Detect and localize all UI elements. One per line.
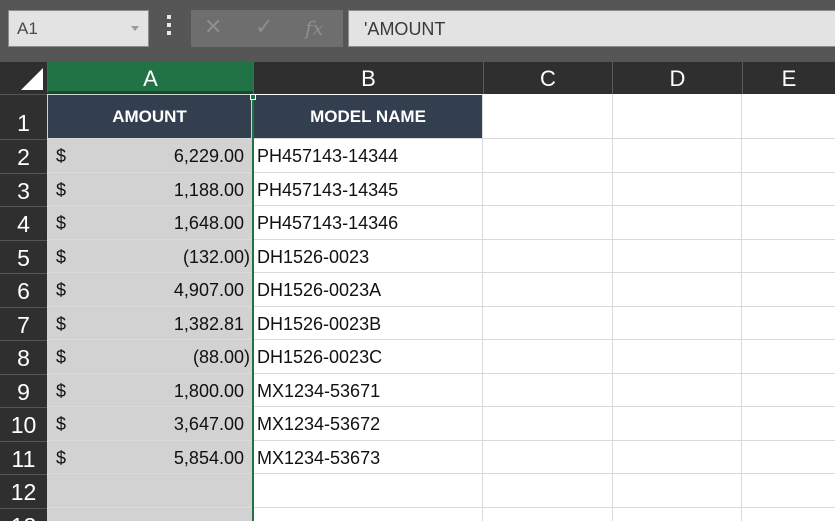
formula-input[interactable]: 'AMOUNT xyxy=(348,10,835,47)
currency-symbol: $ xyxy=(56,381,67,401)
gridline xyxy=(482,94,483,521)
formula-content: 'AMOUNT xyxy=(364,19,446,39)
currency-symbol: $ xyxy=(56,347,67,367)
amount-cell[interactable]: 6,229.00 xyxy=(87,146,244,167)
selection-border xyxy=(252,94,254,521)
column-header-d[interactable]: D xyxy=(612,62,742,94)
gridline xyxy=(47,507,835,508)
column-header-e[interactable]: E xyxy=(742,62,835,94)
header-cell-model-name[interactable]: MODEL NAME xyxy=(254,95,482,138)
fill-handle[interactable] xyxy=(250,94,256,100)
name-box[interactable]: A1 xyxy=(8,10,149,47)
amount-cell[interactable]: 1,188.00 xyxy=(87,180,244,201)
model-cell[interactable]: PH457143-14344 xyxy=(257,146,398,167)
gridline xyxy=(47,172,835,173)
amount-cell[interactable]: 1,648.00 xyxy=(87,213,244,234)
column-header-c[interactable]: C xyxy=(483,62,612,94)
gridline xyxy=(47,205,835,206)
select-all-button[interactable] xyxy=(0,62,47,94)
row-header-10[interactable]: 10 xyxy=(0,407,47,441)
gridline xyxy=(741,94,742,521)
column-header-b[interactable]: B xyxy=(253,62,483,94)
amount-cell[interactable]: 3,647.00 xyxy=(87,414,244,435)
amount-cell[interactable]: 4,907.00 xyxy=(87,280,244,301)
model-cell[interactable]: PH457143-14345 xyxy=(257,180,398,201)
row-header-13[interactable]: 13 xyxy=(0,508,47,521)
name-box-value: A1 xyxy=(17,19,38,38)
gridline xyxy=(47,373,835,374)
amount-cell[interactable]: (88.00) xyxy=(87,347,250,368)
header-cell-amount[interactable]: AMOUNT xyxy=(48,95,251,138)
currency-symbol: $ xyxy=(56,414,67,434)
cell-grid[interactable]: AMOUNT MODEL NAME $ 6,229.00 PH457143-14… xyxy=(47,94,835,521)
model-cell[interactable]: MX1234-53673 xyxy=(257,448,380,469)
model-cell[interactable]: DH1526-0023A xyxy=(257,280,381,301)
row-header-4[interactable]: 4 xyxy=(0,206,47,240)
row-header-2[interactable]: 2 xyxy=(0,139,47,173)
gridline xyxy=(612,94,613,521)
model-cell[interactable]: DH1526-0023C xyxy=(257,347,382,368)
currency-symbol: $ xyxy=(56,247,67,267)
row-header-3[interactable]: 3 xyxy=(0,173,47,206)
currency-symbol: $ xyxy=(56,180,67,200)
insert-function-icon[interactable]: fx xyxy=(305,16,324,40)
currency-symbol: $ xyxy=(56,146,67,166)
model-cell[interactable]: DH1526-0023B xyxy=(257,314,381,335)
currency-symbol: $ xyxy=(56,448,67,468)
row-header-9[interactable]: 9 xyxy=(0,374,47,407)
amount-cell[interactable]: 1,382.81 xyxy=(87,314,244,335)
gridline xyxy=(47,306,835,307)
row-header-6[interactable]: 6 xyxy=(0,273,47,307)
model-cell[interactable]: PH457143-14346 xyxy=(257,213,398,234)
gridline xyxy=(47,440,835,441)
model-cell[interactable]: MX1234-53671 xyxy=(257,381,380,402)
gridline xyxy=(47,272,835,273)
gridline xyxy=(47,138,835,139)
amount-cell[interactable]: 5,854.00 xyxy=(87,448,244,469)
column-header-bar: A B C D E xyxy=(0,62,835,94)
currency-symbol: $ xyxy=(56,314,67,334)
gridline xyxy=(47,339,835,340)
chevron-down-icon[interactable] xyxy=(131,26,139,31)
currency-symbol: $ xyxy=(56,213,67,233)
more-options-icon[interactable] xyxy=(167,15,171,37)
row-header-1[interactable]: 1 xyxy=(0,94,47,139)
amount-cell[interactable]: 1,800.00 xyxy=(87,381,244,402)
row-header-11[interactable]: 11 xyxy=(0,441,47,474)
cancel-icon[interactable]: ✕ xyxy=(204,14,222,40)
row-header-8[interactable]: 8 xyxy=(0,340,47,374)
gridline xyxy=(47,239,835,240)
select-all-icon xyxy=(21,68,43,90)
row-header-7[interactable]: 7 xyxy=(0,307,47,340)
currency-symbol: $ xyxy=(56,280,67,300)
gridline xyxy=(47,473,835,474)
model-cell[interactable]: DH1526-0023 xyxy=(257,247,369,268)
formula-buttons: ✕ ✓ fx xyxy=(191,10,343,47)
model-cell[interactable]: MX1234-53672 xyxy=(257,414,380,435)
row-header-12[interactable]: 12 xyxy=(0,474,47,508)
amount-cell[interactable]: (132.00) xyxy=(87,247,250,268)
enter-icon[interactable]: ✓ xyxy=(255,14,273,40)
gridline xyxy=(47,406,835,407)
formula-bar-area: A1 ✕ ✓ fx 'AMOUNT xyxy=(0,0,835,62)
column-header-a[interactable]: A xyxy=(47,62,253,94)
row-header-5[interactable]: 5 xyxy=(0,240,47,273)
